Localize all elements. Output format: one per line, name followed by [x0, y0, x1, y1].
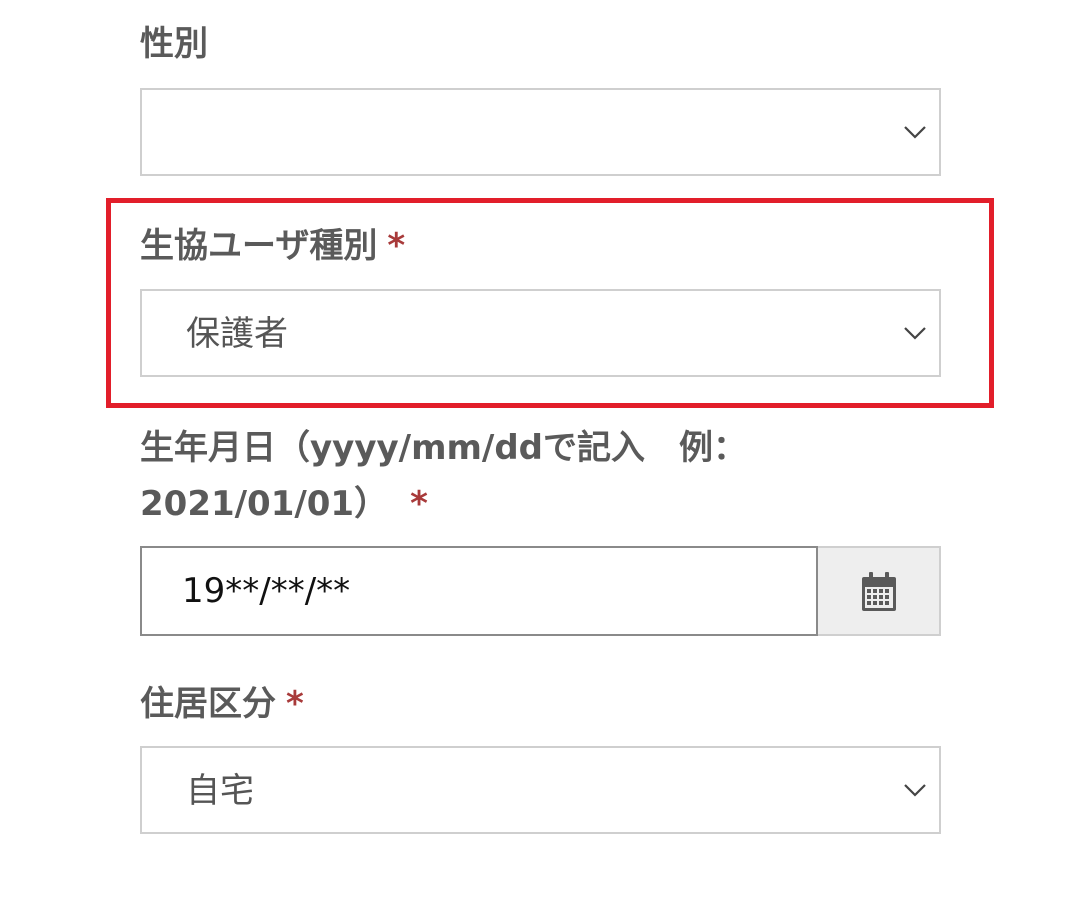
required-mark: *: [410, 484, 428, 524]
calendar-button[interactable]: [818, 546, 941, 636]
gender-select[interactable]: [140, 88, 941, 176]
birthdate-input[interactable]: [140, 546, 818, 636]
birthdate-label-2: 2021/01/01） *: [140, 478, 428, 530]
residence-label: 住居区分 *: [140, 678, 304, 730]
required-mark: *: [286, 684, 304, 724]
gender-label: 性別: [140, 18, 208, 70]
user-type-label-text: 生協ユーザ種別: [140, 226, 378, 266]
calendar-icon: [862, 572, 896, 611]
required-mark: *: [387, 226, 406, 266]
residence-select-value: 自宅: [186, 771, 254, 811]
user-type-label: 生協ユーザ種別 *: [140, 220, 405, 272]
gender-label-text: 性別: [140, 24, 208, 64]
birthdate-label-line2: 2021/01/01）: [140, 484, 389, 524]
chevron-down-icon: [904, 126, 926, 139]
user-type-select-value: 保護者: [186, 314, 288, 354]
birthdate-field: [140, 546, 941, 636]
birthdate-label: 生年月日（yyyy/mm/ddで記入 例：: [140, 422, 747, 474]
residence-label-text: 住居区分: [140, 684, 276, 724]
chevron-down-icon: [904, 784, 926, 797]
birthdate-label-line1: 生年月日（yyyy/mm/ddで記入 例：: [140, 428, 748, 468]
chevron-down-icon: [904, 327, 926, 340]
residence-select[interactable]: 自宅: [140, 746, 941, 834]
user-type-select[interactable]: 保護者: [140, 289, 941, 377]
